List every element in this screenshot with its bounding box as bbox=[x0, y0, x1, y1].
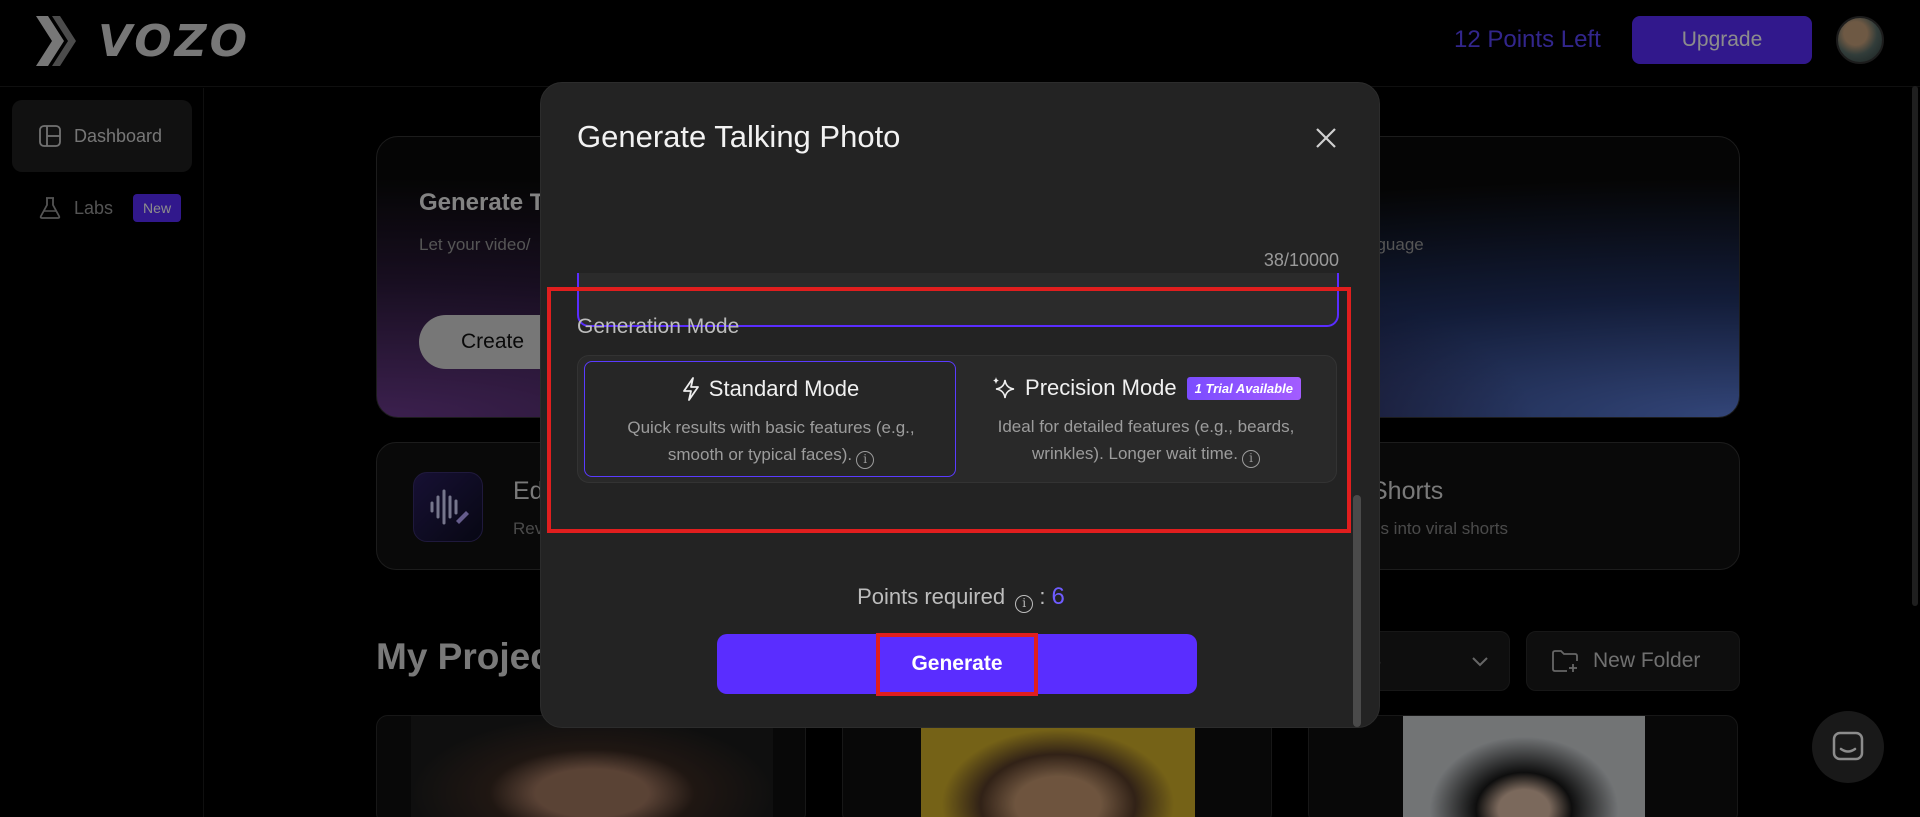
points-separator: : bbox=[1039, 584, 1052, 609]
generate-button-highlight-box bbox=[876, 633, 1038, 696]
character-count: 38/10000 bbox=[1263, 250, 1339, 270]
points-required-value: 6 bbox=[1051, 583, 1065, 610]
generate-talking-photo-dialog: Generate Talking Photo 38/10000 Generati… bbox=[540, 82, 1380, 728]
points-required: Points required i : 6 bbox=[541, 583, 1379, 613]
info-icon[interactable]: i bbox=[1015, 595, 1034, 613]
close-icon[interactable] bbox=[1311, 123, 1341, 153]
generation-mode-highlight-box bbox=[547, 287, 1351, 533]
dialog-title: Generate Talking Photo bbox=[577, 119, 901, 154]
dialog-scrollbar[interactable] bbox=[1353, 495, 1361, 727]
points-required-label: Points required bbox=[857, 584, 1006, 609]
